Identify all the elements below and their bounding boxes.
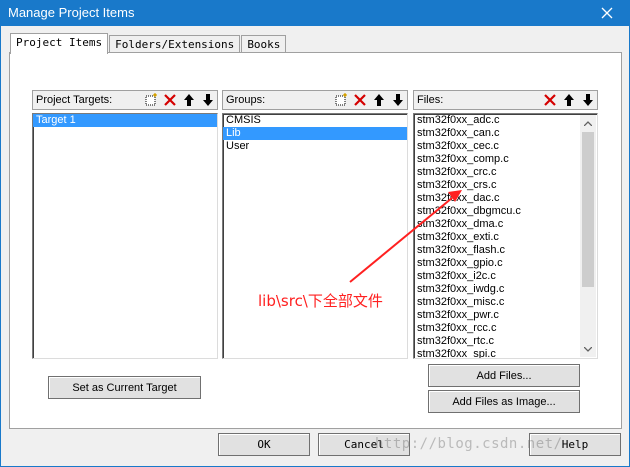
tab-strip: Project Items Folders/Extensions Books	[10, 33, 287, 54]
scroll-down-button[interactable]	[580, 341, 596, 357]
annotation-text: lib\src\下全部文件	[258, 292, 383, 310]
new-group-button[interactable]	[331, 91, 350, 109]
groups-list[interactable]: CMSIS Lib User	[222, 113, 408, 359]
file-list-item[interactable]: stm32f0xx_comp.c	[414, 153, 597, 166]
tab-folders-extensions[interactable]: Folders/Extensions	[109, 35, 241, 53]
arrow-down-icon	[582, 94, 593, 106]
list-item-target-1[interactable]: Target 1	[33, 114, 217, 127]
file-list-item[interactable]: stm32f0xx_dac.c	[414, 192, 597, 205]
file-list-item[interactable]: stm32f0xx_rcc.c	[414, 322, 597, 335]
file-list-item[interactable]: stm32f0xx_flash.c	[414, 244, 597, 257]
delete-file-button[interactable]	[540, 91, 559, 109]
file-list-item[interactable]: stm32f0xx_rtc.c	[414, 335, 597, 348]
arrow-up-icon	[183, 94, 194, 106]
tab-books[interactable]: Books	[241, 35, 287, 53]
file-list-item[interactable]: stm32f0xx_crs.c	[414, 179, 597, 192]
delete-icon	[543, 94, 556, 106]
move-group-up-button[interactable]	[369, 91, 388, 109]
file-list-item[interactable]: stm32f0xx_adc.c	[414, 114, 597, 127]
delete-icon	[353, 94, 366, 106]
file-list-item[interactable]: stm32f0xx_misc.c	[414, 296, 597, 309]
add-files-button[interactable]: Add Files...	[428, 364, 580, 387]
ok-button[interactable]: OK	[218, 433, 310, 456]
set-current-target-button[interactable]: Set as Current Target	[48, 376, 201, 399]
groups-label: Groups:	[226, 94, 266, 106]
move-target-down-button[interactable]	[198, 91, 217, 109]
new-item-icon	[335, 93, 347, 106]
file-list-item[interactable]: stm32f0xx_iwdg.c	[414, 283, 597, 296]
groups-header: Groups:	[222, 90, 408, 110]
file-list-item[interactable]: stm32f0xx_dma.c	[414, 218, 597, 231]
list-item-user[interactable]: User	[223, 140, 407, 153]
file-list-item[interactable]: stm32f0xx_can.c	[414, 127, 597, 140]
close-button[interactable]	[584, 0, 630, 26]
files-list[interactable]: stm32f0xx_adc.c stm32f0xx_can.c stm32f0xx_…	[413, 113, 598, 359]
chevron-up-icon	[584, 120, 592, 126]
chevron-down-icon	[584, 346, 592, 352]
file-list-item[interactable]: stm32f0xx_crc.c	[414, 166, 597, 179]
delete-group-button[interactable]	[350, 91, 369, 109]
file-list-item[interactable]: stm32f0xx_cec.c	[414, 140, 597, 153]
move-file-up-button[interactable]	[559, 91, 578, 109]
file-list-item[interactable]: stm32f0xx_i2c.c	[414, 270, 597, 283]
arrow-up-icon	[373, 94, 384, 106]
list-item-lib[interactable]: Lib	[223, 127, 407, 140]
list-item-cmsis[interactable]: CMSIS	[223, 114, 407, 127]
files-scrollbar[interactable]	[580, 115, 596, 357]
delete-target-button[interactable]	[160, 91, 179, 109]
project-targets-header: Project Targets:	[32, 90, 218, 110]
file-list-item[interactable]: stm32f0xx_spi.c	[414, 348, 597, 358]
project-targets-list[interactable]: Target 1	[32, 113, 218, 359]
window-title: Manage Project Items	[8, 5, 135, 20]
tab-project-items[interactable]: Project Items	[10, 33, 109, 54]
title-bar: Manage Project Items	[0, 0, 630, 26]
move-file-down-button[interactable]	[578, 91, 597, 109]
add-files-as-image-button[interactable]: Add Files as Image...	[428, 390, 580, 413]
project-targets-label: Project Targets:	[36, 94, 113, 106]
close-icon	[601, 7, 613, 19]
move-target-up-button[interactable]	[179, 91, 198, 109]
files-label: Files:	[417, 94, 444, 106]
file-list-item[interactable]: stm32f0xx_pwr.c	[414, 309, 597, 322]
file-list-item[interactable]: stm32f0xx_gpio.c	[414, 257, 597, 270]
files-items: stm32f0xx_adc.c stm32f0xx_can.c stm32f0xx_…	[414, 114, 597, 358]
scroll-thumb[interactable]	[582, 132, 594, 287]
file-list-item[interactable]: stm32f0xx_exti.c	[414, 231, 597, 244]
arrow-down-icon	[392, 94, 403, 106]
new-target-button[interactable]	[141, 91, 160, 109]
new-item-icon	[145, 93, 157, 106]
watermark: http://blog.csdn.net/	[375, 436, 563, 452]
arrow-up-icon	[563, 94, 574, 106]
arrow-down-icon	[202, 94, 213, 106]
files-header: Files:	[413, 90, 598, 110]
scroll-up-button[interactable]	[580, 115, 596, 131]
delete-icon	[163, 94, 176, 106]
file-list-item[interactable]: stm32f0xx_dbgmcu.c	[414, 205, 597, 218]
move-group-down-button[interactable]	[388, 91, 407, 109]
